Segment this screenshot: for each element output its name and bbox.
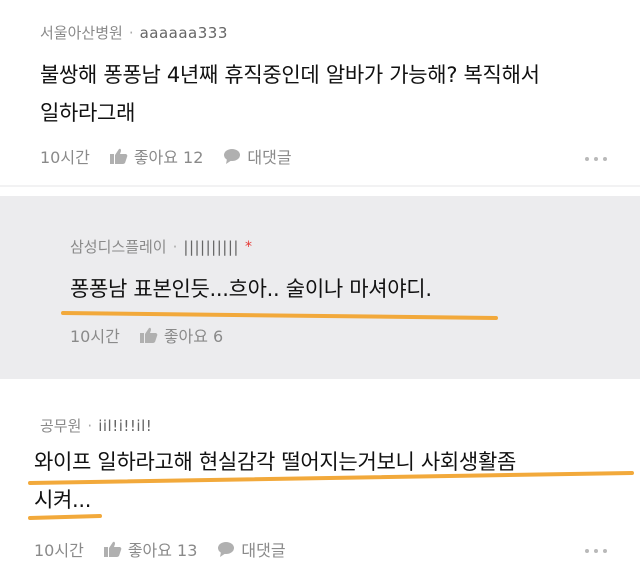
reply-button[interactable]: 대댓글 bbox=[223, 144, 292, 168]
comment-item: 서울아산병원 · aaaaaa333 불쌍해 퐁퐁남 4년째 휴직중인데 알바가… bbox=[0, 0, 640, 185]
reply-comment-item: 삼성디스플레이 · |||||||||| * 퐁퐁남 표본인듯...흐아.. 술… bbox=[0, 196, 640, 379]
company-name: 서울아산병원 bbox=[40, 24, 123, 42]
meta-separator: · bbox=[172, 237, 178, 256]
meta-separator: · bbox=[87, 416, 93, 435]
thumbs-up-icon bbox=[109, 148, 128, 164]
thumbs-up-icon bbox=[103, 541, 122, 557]
comment-meta: 삼성디스플레이 · |||||||||| * bbox=[70, 236, 252, 257]
meta-separator: · bbox=[128, 23, 134, 42]
comment-text: 불쌍해 퐁퐁남 4년째 휴직중인데 알바가 가능해? 복직해서 일하라그래 bbox=[40, 56, 540, 132]
company-name: 삼성디스플레이 bbox=[70, 238, 167, 256]
like-button[interactable]: 좋아요 13 bbox=[103, 537, 198, 561]
speech-bubble-icon bbox=[224, 149, 241, 164]
comment-meta: 서울아산병원 · aaaaaa333 bbox=[40, 22, 228, 43]
nickname[interactable]: iil!i!!il! bbox=[98, 417, 152, 435]
like-button[interactable]: 좋아요 6 bbox=[139, 323, 224, 347]
comment-footer: 10시간 좋아요 6 bbox=[70, 323, 223, 347]
comment-text-line: 불쌍해 퐁퐁남 4년째 휴직중인데 알바가 가능해? 복직해서 bbox=[40, 63, 540, 87]
comment-item: 공무원 · iil!i!!il! 와이프 일하라고해 현실감각 떨어지는거보니 … bbox=[0, 379, 640, 577]
comment-text-line: 일하라그래 bbox=[40, 101, 136, 125]
comment-footer: 10시간 좋아요 13 대댓글 bbox=[34, 537, 286, 561]
speech-bubble-icon bbox=[218, 542, 235, 557]
comment-meta: 공무원 · iil!i!!il! bbox=[40, 415, 152, 436]
nickname[interactable]: |||||||||| bbox=[183, 238, 239, 256]
comment-footer: 10시간 좋아요 12 대댓글 bbox=[40, 144, 292, 168]
nickname[interactable]: aaaaaa333 bbox=[140, 24, 228, 42]
more-options-icon[interactable] bbox=[585, 549, 607, 553]
comment-text-line: 퐁퐁남 표본인듯...흐아.. 술이나 마셔야디. bbox=[70, 277, 432, 301]
highlight-underline bbox=[28, 514, 102, 520]
more-options-icon[interactable] bbox=[585, 157, 607, 161]
highlight-underline bbox=[61, 311, 498, 320]
company-name: 공무원 bbox=[40, 417, 82, 435]
like-button[interactable]: 좋아요 12 bbox=[109, 144, 204, 168]
like-count: 좋아요 12 bbox=[133, 148, 204, 167]
divider bbox=[0, 185, 640, 187]
timestamp: 10시간 bbox=[70, 327, 120, 346]
like-count: 좋아요 6 bbox=[163, 327, 224, 346]
timestamp: 10시간 bbox=[40, 148, 90, 167]
thumbs-up-icon bbox=[139, 327, 158, 343]
like-count: 좋아요 13 bbox=[127, 541, 198, 560]
reply-label: 대댓글 bbox=[247, 148, 292, 167]
reply-button[interactable]: 대댓글 bbox=[217, 537, 286, 561]
timestamp: 10시간 bbox=[34, 541, 84, 560]
reply-label: 대댓글 bbox=[241, 541, 286, 560]
comment-text: 퐁퐁남 표본인듯...흐아.. 술이나 마셔야디. bbox=[70, 270, 432, 308]
author-star-icon: * bbox=[244, 238, 252, 255]
highlight-underline bbox=[28, 471, 634, 485]
